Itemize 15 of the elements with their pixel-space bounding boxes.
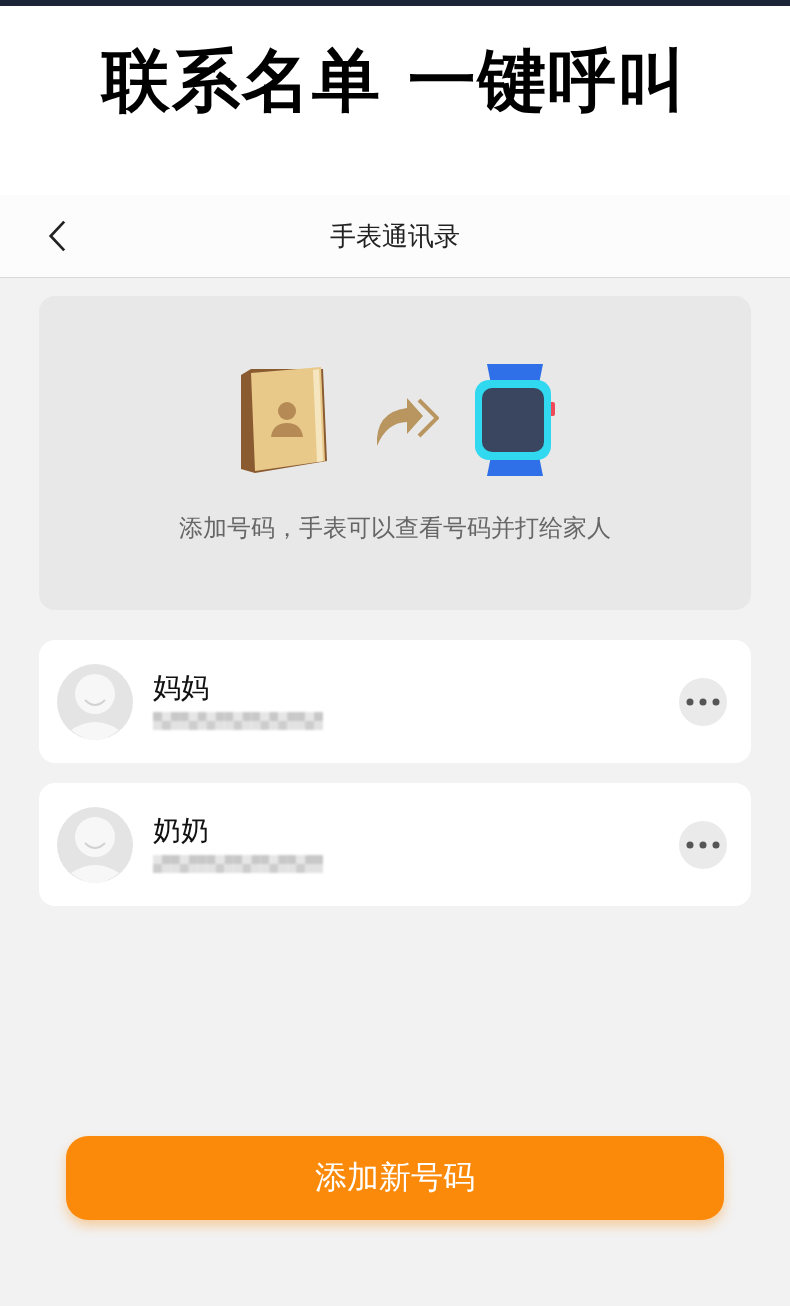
watch-icon (473, 362, 557, 478)
contact-card[interactable]: 奶奶 (39, 783, 751, 906)
avatar-icon (57, 663, 133, 740)
more-button[interactable] (679, 677, 727, 726)
back-icon[interactable] (46, 218, 68, 254)
more-icon (686, 697, 720, 706)
banner-caption: 添加号码，手表可以查看号码并打给家人 (179, 513, 611, 544)
avatar-icon (57, 806, 133, 883)
more-icon (686, 840, 720, 849)
page-title: 手表通讯录 (330, 219, 460, 253)
contact-name: 妈妈 (153, 670, 209, 705)
more-button[interactable] (679, 820, 727, 869)
contact-card[interactable]: 妈妈 (39, 640, 751, 763)
contact-name: 奶奶 (153, 813, 209, 848)
headline: 联系名单 一键呼叫 (102, 44, 688, 122)
